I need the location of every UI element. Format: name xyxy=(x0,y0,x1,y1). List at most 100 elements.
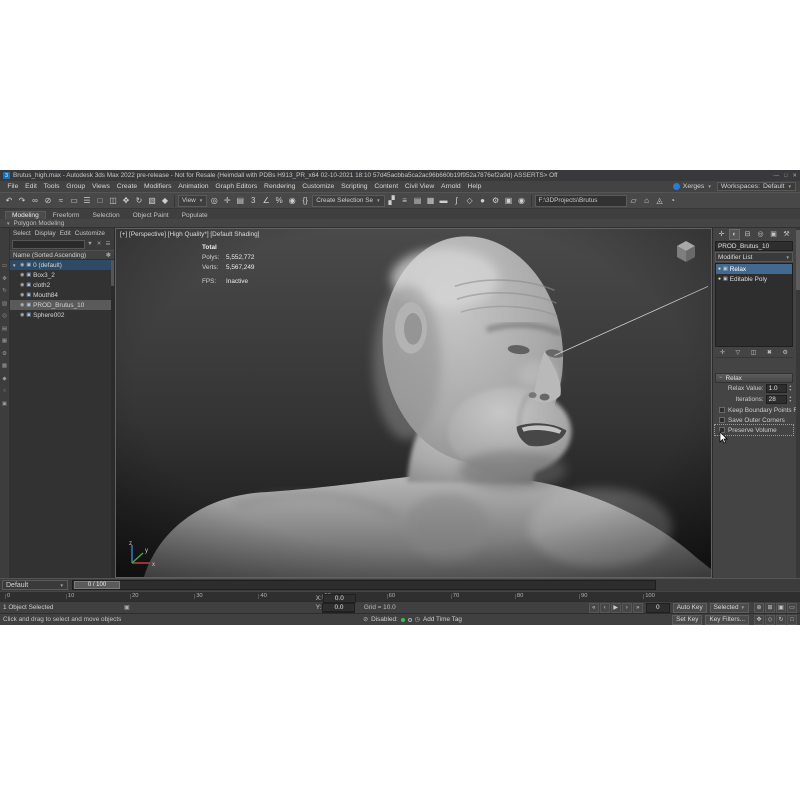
key-filters-button[interactable]: Key Filters... xyxy=(705,615,749,625)
add-time-tag[interactable]: Add Time Tag xyxy=(423,616,462,623)
rendered-frame-window-icon[interactable]: ▣ xyxy=(503,194,515,207)
reference-coordinate-dropdown[interactable]: View ▼ xyxy=(178,195,207,207)
zoom-all-icon[interactable]: ⊞ xyxy=(765,603,775,613)
redo-icon[interactable]: ↷ xyxy=(16,194,28,207)
window-crossing-icon[interactable]: ◫ xyxy=(107,194,119,207)
checkbox[interactable] xyxy=(719,407,725,413)
ribbon-tab[interactable]: Modeling xyxy=(5,211,46,219)
dock-scale-icon[interactable]: ▧ xyxy=(2,302,7,308)
render-production-icon[interactable]: ◉ xyxy=(516,194,528,207)
tree-row[interactable]: ▼ ◉ ▣ 0 (default) xyxy=(10,260,114,270)
ribbon-tab[interactable]: Freeform xyxy=(47,212,86,219)
material-editor-icon[interactable]: ● xyxy=(477,194,489,207)
tree-row[interactable]: ▼ ◉ ▣ Box3_2 xyxy=(10,270,114,280)
mirror-icon[interactable]: ▞ xyxy=(386,194,398,207)
create-tab-icon[interactable]: ✛ xyxy=(716,229,727,240)
select-and-rotate-icon[interactable]: ↻ xyxy=(133,194,145,207)
pan-icon[interactable]: ✥ xyxy=(754,615,764,625)
select-and-move-icon[interactable]: ✥ xyxy=(120,194,132,207)
scene-explorer-menu-item[interactable]: Edit xyxy=(60,230,71,237)
object-name-label[interactable]: cloth2 xyxy=(33,282,50,289)
ribbon-tab[interactable]: Populate xyxy=(176,212,214,219)
menu-item[interactable]: File xyxy=(4,183,22,190)
play-icon[interactable]: ▶ xyxy=(611,603,621,613)
spinner-arrows[interactable]: ▲▼ xyxy=(789,396,792,403)
modifier-name-label[interactable]: Relax xyxy=(730,266,746,273)
menu-item[interactable]: Animation xyxy=(175,183,212,190)
search-input[interactable] xyxy=(12,240,85,249)
snaps-toggle-icon[interactable]: 3 xyxy=(247,194,259,207)
maximize-button[interactable]: □ xyxy=(784,173,787,179)
dock-misc-icon[interactable]: ○ xyxy=(3,389,6,395)
zoom-region-icon[interactable]: ▭ xyxy=(787,603,797,613)
dock-layers-icon[interactable]: ▤ xyxy=(2,327,7,333)
current-frame-field[interactable]: 0 xyxy=(646,603,670,613)
dock-grid-icon[interactable]: ▩ xyxy=(2,364,7,370)
checkbox[interactable] xyxy=(719,417,725,423)
modifier-enable-bulb-icon[interactable]: ● xyxy=(718,276,721,282)
time-slider-track[interactable]: 0 / 100 xyxy=(72,580,656,590)
object-name-label[interactable]: Box3_2 xyxy=(33,272,55,279)
visibility-eye-icon[interactable]: ◉ xyxy=(20,312,24,318)
schematic-view-icon[interactable]: ◇ xyxy=(464,194,476,207)
next-frame-icon[interactable]: › xyxy=(622,603,632,613)
bind-to-space-warp-icon[interactable]: ≈ xyxy=(55,194,67,207)
make-unique-icon[interactable]: ◫ xyxy=(751,349,757,356)
object-name-label[interactable]: 0 (default) xyxy=(33,262,62,269)
undo-icon[interactable]: ↶ xyxy=(3,194,15,207)
menu-item[interactable]: Rendering xyxy=(261,183,299,190)
menu-item[interactable]: Group xyxy=(63,183,89,190)
ribbon-section-label[interactable]: Polygon Modeling xyxy=(13,220,64,227)
object-name-label[interactable]: Sphere002 xyxy=(33,312,64,319)
visibility-eye-icon[interactable]: ◉ xyxy=(20,262,24,268)
curve-editor-icon[interactable]: ∫ xyxy=(451,194,463,207)
toggle-scene-explorer-icon[interactable]: ▤ xyxy=(412,194,424,207)
clear-search-icon[interactable]: ✕ xyxy=(95,241,103,247)
zoom-icon[interactable]: ⊕ xyxy=(754,603,764,613)
utilities-tab-icon[interactable]: ⚒ xyxy=(781,229,792,240)
set-key-button[interactable]: Set Key xyxy=(672,615,702,625)
selection-lock-icon[interactable]: ▣ xyxy=(124,604,130,611)
show-end-result-icon[interactable]: ▽ xyxy=(736,349,741,356)
ribbon-tab[interactable]: Selection xyxy=(87,212,126,219)
auto-key-button[interactable]: Auto Key xyxy=(673,603,707,613)
object-name-label[interactable]: Mouth84 xyxy=(33,292,58,299)
dock-pivot-icon[interactable]: ◆ xyxy=(2,377,6,383)
tree-row[interactable]: ▼ ◉ ▣ cloth2 xyxy=(10,280,114,290)
pin-stack-icon[interactable]: ✛ xyxy=(720,349,725,356)
ribbon-tab[interactable]: Object Paint xyxy=(127,212,175,219)
track-bar[interactable]: 0102030405060708090100 xyxy=(0,591,800,601)
project-folder-icon[interactable]: ▱ xyxy=(628,194,640,207)
menu-item[interactable]: Civil View xyxy=(402,183,438,190)
menu-item[interactable]: Scripting xyxy=(338,183,371,190)
select-and-manipulate-icon[interactable]: ✛ xyxy=(221,194,233,207)
scene-explorer-menu-item[interactable]: Customize xyxy=(75,230,105,237)
remove-modifier-icon[interactable]: ✖ xyxy=(767,349,772,356)
coordinate-field[interactable]: 0.0 xyxy=(323,594,356,603)
tree-row[interactable]: ▼ ◉ ▣ PROD_Brutus_10 xyxy=(10,300,114,310)
workspaces-dropdown[interactable]: Workspaces: Default ▼ xyxy=(717,182,796,191)
motion-tab-icon[interactable]: ◎ xyxy=(755,229,766,240)
explorer-scrollbar[interactable] xyxy=(111,260,114,578)
parameter-value-field[interactable]: 28 xyxy=(766,395,787,404)
menu-item[interactable]: Create xyxy=(113,183,140,190)
object-name-field[interactable]: PROD_Brutus_10 xyxy=(715,241,793,251)
status-led-on[interactable] xyxy=(401,618,405,622)
visibility-eye-icon[interactable]: ◉ xyxy=(20,282,24,288)
dock-snap-icon[interactable]: ◎ xyxy=(2,314,7,320)
explorer-column-header[interactable]: Name (Sorted Ascending) ❄ xyxy=(10,250,114,260)
menu-item[interactable]: Edit xyxy=(22,183,41,190)
named-selection-set-dropdown[interactable]: Create Selection Se ▼ xyxy=(312,195,384,207)
scene-explorer-menu-item[interactable]: Select xyxy=(13,230,31,237)
search-options-icon[interactable]: ▼ xyxy=(86,241,94,247)
zoom-extents-icon[interactable]: ▣ xyxy=(776,603,786,613)
spinner-snap-icon[interactable]: ◉ xyxy=(286,194,298,207)
select-object-icon[interactable]: ▭ xyxy=(68,194,80,207)
rectangular-selection-region-icon[interactable]: □ xyxy=(94,194,106,207)
unlink-selection-icon[interactable]: ⊘ xyxy=(42,194,54,207)
name-column-header[interactable]: Name (Sorted Ascending) xyxy=(13,252,86,259)
visibility-eye-icon[interactable]: ◉ xyxy=(20,272,24,278)
close-button[interactable]: ✕ xyxy=(792,173,797,179)
object-name-label[interactable]: PROD_Brutus_10 xyxy=(33,302,84,309)
checkbox-row[interactable]: Save Outer Corners xyxy=(715,415,793,425)
